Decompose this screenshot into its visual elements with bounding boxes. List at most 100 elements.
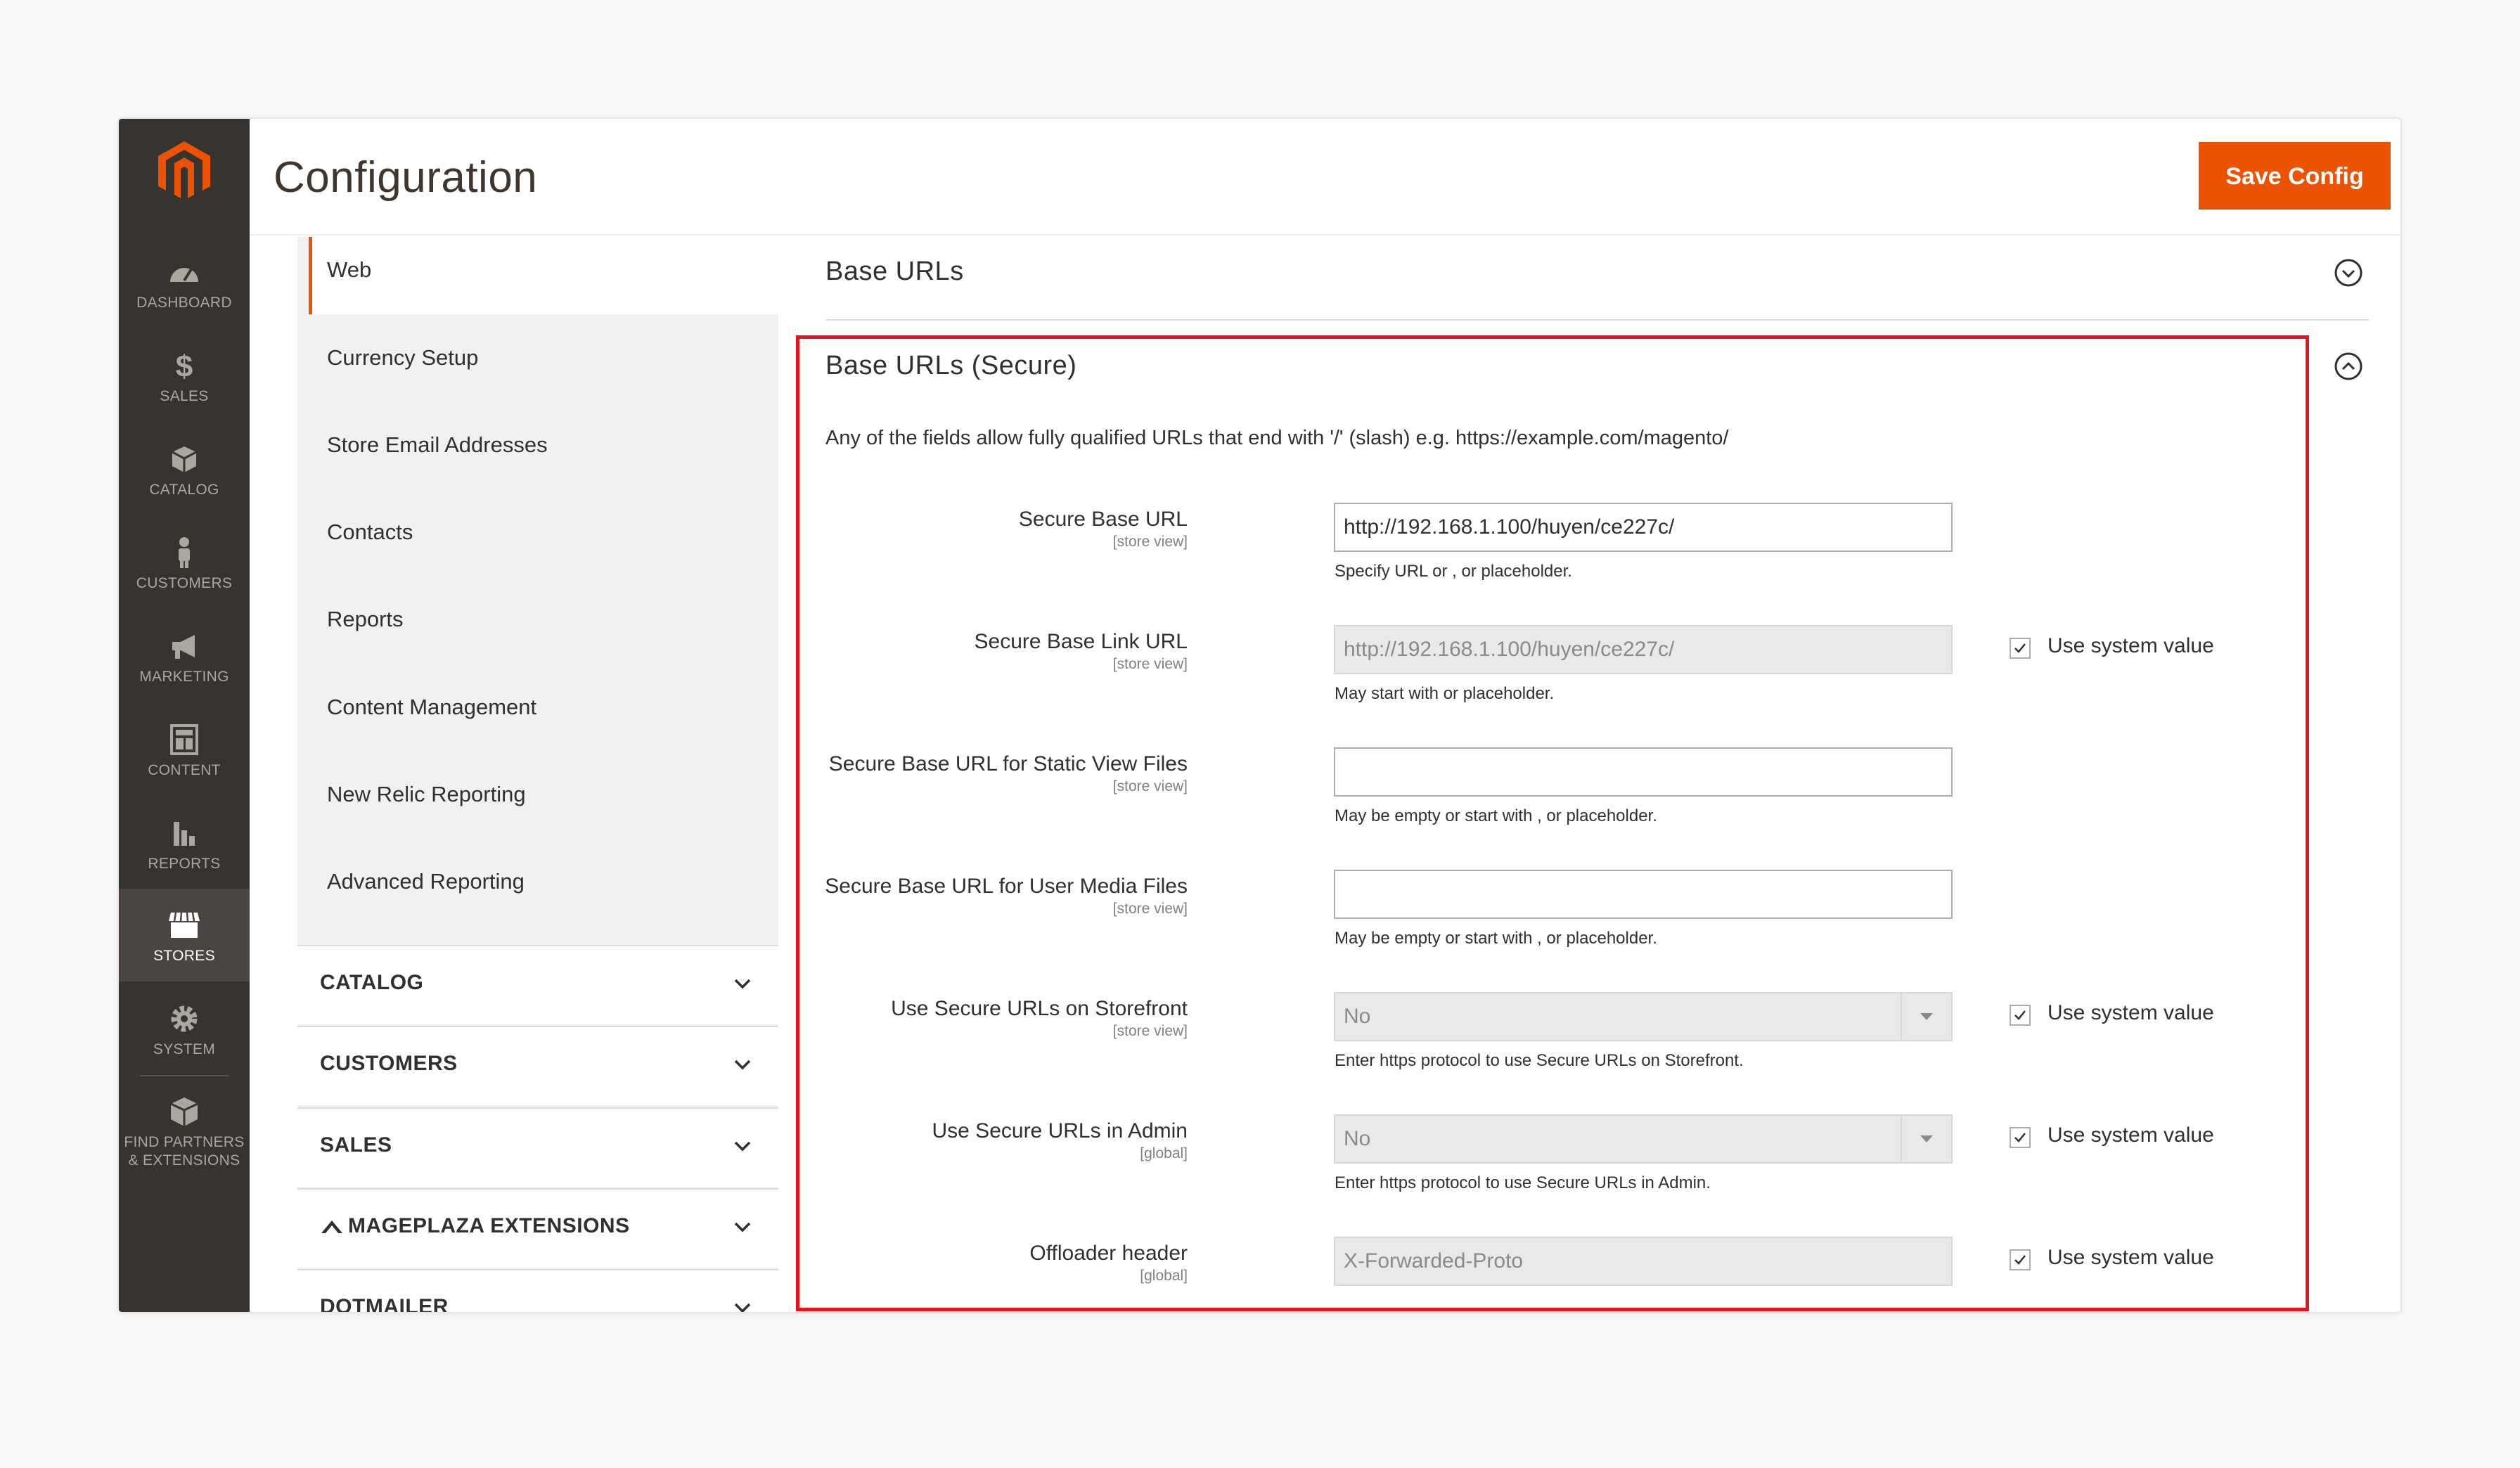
field-note: Enter https protocol to use Secure URLs … <box>1335 1173 1711 1192</box>
nav-customers[interactable]: CUSTOMERS <box>119 524 250 617</box>
nav-label: CATALOG <box>149 482 219 498</box>
tab-group-label: SALES <box>320 1133 392 1157</box>
checkbox-label: Use system value <box>2048 634 2214 657</box>
tab-group-dotmailer[interactable]: DOTMAILER <box>297 1269 778 1313</box>
gear-icon <box>171 1005 198 1032</box>
checkbox[interactable] <box>2010 1249 2031 1270</box>
caret-down-icon <box>1920 1013 1933 1020</box>
use-secure-admin-select[interactable]: No <box>1334 1114 1953 1164</box>
section-base-urls[interactable]: Base URLs <box>825 257 964 287</box>
select-arrow[interactable] <box>1901 1116 1951 1162</box>
section-divider <box>825 319 2369 321</box>
tab-group-sales[interactable]: SALES <box>297 1107 778 1187</box>
tab-group-label: CUSTOMERS <box>320 1052 458 1075</box>
magento-logo-icon[interactable] <box>153 139 216 202</box>
tab-web[interactable] <box>309 237 778 314</box>
caret-down-icon <box>1920 1135 1933 1142</box>
field-note: May be empty or start with , or placehol… <box>1335 929 1657 948</box>
tab-store-email-addresses[interactable]: Store Email Addresses <box>327 432 548 458</box>
offloader-header-input[interactable]: X-Forwarded-Proto <box>1334 1237 1953 1286</box>
nav-label: SALES <box>160 388 209 404</box>
section-base-urls-secure[interactable]: Base URLs (Secure) <box>825 351 1076 381</box>
admin-window: DASHBOARD $ SALES CATALOG CUSTOMERS MARK… <box>117 117 2402 1313</box>
field-scope: [store view] <box>1112 901 1188 917</box>
cube-icon <box>170 1097 198 1126</box>
field-label: Use Secure URLs in Admin <box>932 1119 1188 1142</box>
checkbox[interactable] <box>2010 638 2031 659</box>
nav-sales[interactable]: $ SALES <box>119 337 250 430</box>
checkbox[interactable] <box>2010 1127 2031 1148</box>
checkbox[interactable] <box>2010 1005 2031 1026</box>
nav-find-partners[interactable]: FIND PARTNERS & EXTENSIONS <box>119 1083 250 1189</box>
tab-advanced-reporting[interactable]: Advanced Reporting <box>327 869 525 894</box>
nav-catalog[interactable]: CATALOG <box>119 431 250 524</box>
field-label: Secure Base URL for Static View Files <box>828 752 1188 775</box>
nav-marketing[interactable]: MARKETING <box>119 618 250 711</box>
svg-text:$: $ <box>176 349 193 382</box>
nav-label: CUSTOMERS <box>136 575 233 591</box>
field-scope: [store view] <box>1112 1023 1188 1039</box>
nav-label: STORES <box>153 948 215 964</box>
tab-group-label: CATALOG <box>320 971 424 994</box>
field-note: May start with or placeholder. <box>1335 684 1555 703</box>
nav-system[interactable]: SYSTEM <box>119 991 250 1083</box>
section-intro-text: Any of the fields allow fully qualified … <box>825 427 1729 449</box>
chevron-down-icon <box>734 979 751 989</box>
tab-group-label: DOTMAILER <box>320 1295 449 1313</box>
checkmark-icon <box>2014 643 2026 653</box>
tab-group-customers[interactable]: CUSTOMERS <box>297 1026 778 1105</box>
field-scope: [global] <box>1140 1145 1188 1161</box>
tab-group-mageplaza-extensions[interactable]: MAGEPLAZA EXTENSIONS <box>297 1188 778 1268</box>
field-label: Secure Base URL for User Media Files <box>825 875 1188 898</box>
nav-stores[interactable]: STORES <box>119 889 250 981</box>
field-note: May be empty or start with , or placehol… <box>1335 806 1657 825</box>
store-icon <box>169 912 200 938</box>
dashboard-icon <box>170 268 198 282</box>
chevron-down-icon <box>734 1060 751 1070</box>
collapse-circle-icon[interactable] <box>2334 352 2363 381</box>
secure-base-url-media-input[interactable] <box>1334 870 1953 919</box>
secure-base-url-static-input[interactable] <box>1334 747 1953 797</box>
admin-sidebar: DASHBOARD $ SALES CATALOG CUSTOMERS MARK… <box>119 119 250 1312</box>
field-note: Enter https protocol to use Secure URLs … <box>1335 1051 1744 1070</box>
secure-base-link-url-input[interactable]: http://192.168.1.100/huyen/ce227c/ <box>1334 625 1953 674</box>
tab-reports[interactable]: Reports <box>327 607 404 632</box>
tab-currency-setup[interactable]: Currency Setup <box>327 345 478 371</box>
secure-base-url-input[interactable]: http://192.168.1.100/huyen/ce227c/ <box>1334 503 1953 552</box>
checkbox-label: Use system value <box>2048 1123 2214 1147</box>
tab-content-management[interactable]: Content Management <box>327 695 536 720</box>
select-value: No <box>1344 1127 1371 1150</box>
header-divider <box>250 234 2400 236</box>
field-scope: [store view] <box>1112 778 1188 794</box>
select-arrow[interactable] <box>1901 993 1951 1040</box>
checkmark-icon <box>2014 1010 2026 1020</box>
nav-divider <box>140 1075 229 1076</box>
field-scope: [store view] <box>1112 534 1188 550</box>
tab-group-catalog[interactable]: CATALOG <box>297 945 778 1024</box>
checkbox-label: Use system value <box>2048 1246 2214 1269</box>
save-config-button[interactable]: Save Config <box>2199 142 2391 210</box>
nav-label: REPORTS <box>148 856 221 872</box>
nav-content[interactable]: CONTENT <box>119 712 250 804</box>
megaphone-icon <box>172 635 195 659</box>
select-value: No <box>1344 1005 1371 1028</box>
expand-circle-icon[interactable] <box>2334 258 2363 288</box>
nav-dashboard[interactable]: DASHBOARD <box>119 244 250 337</box>
tab-new-relic-reporting[interactable]: New Relic Reporting <box>327 782 526 807</box>
nav-label: FIND PARTNERS <box>124 1134 245 1150</box>
chevron-down-icon <box>734 1141 751 1152</box>
nav-label-2: & EXTENSIONS <box>128 1152 240 1168</box>
box-icon <box>172 446 197 472</box>
field-label: Use Secure URLs on Storefront <box>891 997 1188 1020</box>
nav-reports[interactable]: REPORTS <box>119 805 250 898</box>
mageplaza-logo-icon <box>321 1221 342 1233</box>
chevron-down-icon <box>734 1222 751 1232</box>
use-secure-storefront-select[interactable]: No <box>1334 992 1953 1041</box>
nav-label: CONTENT <box>148 762 221 778</box>
page-title: Configuration <box>274 153 538 202</box>
tab-contacts[interactable]: Contacts <box>327 520 413 545</box>
nav-label: MARKETING <box>139 669 229 685</box>
checkmark-icon <box>2014 1133 2026 1142</box>
chevron-down-icon <box>734 1303 751 1312</box>
tab-group-label: MAGEPLAZA EXTENSIONS <box>348 1214 630 1237</box>
